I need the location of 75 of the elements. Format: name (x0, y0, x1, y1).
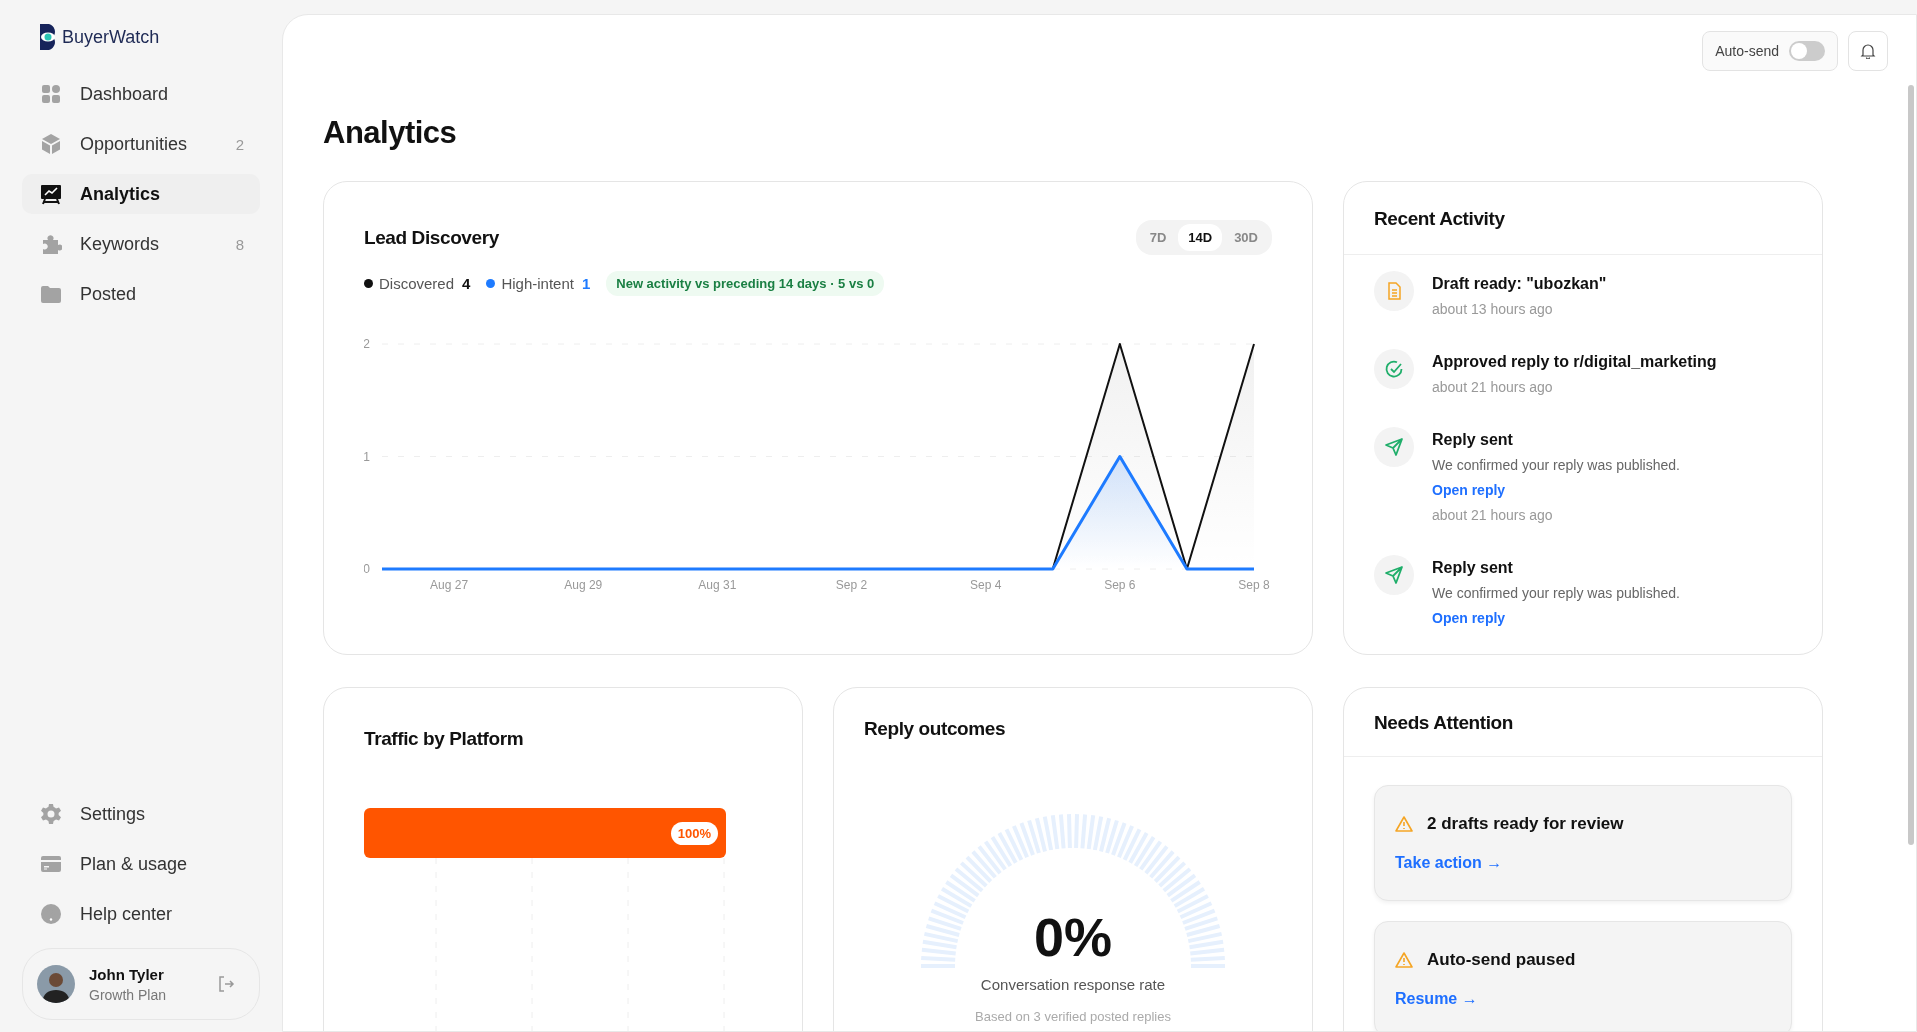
avatar (37, 965, 75, 1003)
timestamp: about 21 hours ago (1432, 379, 1554, 395)
card-title: Traffic by Platform (364, 728, 525, 750)
user-name: John Tyler (89, 965, 165, 983)
send-icon (1384, 565, 1404, 585)
card-title: Reply outcomes (864, 718, 1007, 740)
axis-label: Aug 29 (564, 578, 603, 592)
help-icon (40, 903, 62, 925)
credit-card-icon (40, 853, 62, 875)
legend-label: Discovered (379, 275, 455, 292)
activity-title: Reply sent (1432, 559, 1514, 577)
axis-label: Sep 4 (970, 578, 1002, 592)
percent-label: 100% (670, 821, 718, 845)
legend-label: High-intent (501, 275, 574, 292)
activity-title: Draft ready: "ubozkan" (1432, 275, 1607, 293)
notification-button[interactable] (1848, 31, 1888, 71)
activity-description: We confirmed your reply was published. (1432, 585, 1680, 601)
link[interactable]: Open reply (1432, 610, 1506, 626)
legend-count: 4 (462, 275, 471, 292)
activity-description: We confirmed your reply was published. (1432, 457, 1680, 473)
auto-send-toggle[interactable]: Auto-send (1702, 31, 1838, 71)
link[interactable]: Take action → (1395, 854, 1503, 871)
axis-label: 1 (364, 449, 370, 464)
comparison-badge: New activity vs preceding 14 days · 5 vs 0 (606, 271, 885, 296)
activity-title: Approved reply to r/digital_marketing (1432, 353, 1717, 371)
bell-icon (1860, 43, 1876, 59)
link[interactable]: Open reply (1432, 482, 1506, 498)
legend-count: 1 (581, 275, 591, 292)
nav-item[interactable]: Posted (22, 274, 260, 314)
presentation-chart-icon (40, 183, 62, 205)
check-circle-icon (1384, 359, 1404, 379)
warning-icon (1395, 816, 1413, 832)
axis-label: Aug 31 (698, 578, 737, 592)
axis-label: Aug 27 (430, 578, 469, 592)
card-title: Needs Attention (1374, 712, 1514, 734)
warning-icon (1395, 952, 1413, 968)
nav-item[interactable]: Opportunities 2 (22, 124, 260, 164)
alert-title: 2 drafts ready for review (1427, 814, 1624, 834)
settings-icon (40, 803, 62, 825)
nav-item[interactable]: Settings (22, 794, 260, 834)
nav-item[interactable]: Dashboard (22, 74, 260, 114)
nav-item[interactable]: Plan & usage (22, 844, 260, 884)
link[interactable]: Resume → (1395, 990, 1478, 1007)
axis-label: Sep 2 (835, 578, 868, 592)
timestamp: about 13 hours ago (1432, 301, 1554, 317)
axis-label: 0 (364, 562, 370, 576)
puzzle-icon (40, 233, 62, 255)
alert-title: Auto-send paused (1427, 950, 1576, 970)
user-card[interactable]: John Tyler Growth Plan (22, 948, 260, 1020)
activity-title: Reply sent (1432, 431, 1514, 449)
grid-icon (40, 83, 62, 105)
count-label: 8 (235, 235, 244, 253)
count-label: 2 (235, 135, 244, 153)
gauge-caption: Conversation response rate (979, 976, 1167, 993)
user-plan: Growth Plan (89, 986, 168, 1003)
gauge-note: Based on 3 verified posted replies (974, 1009, 1172, 1024)
axis-label: Sep 8 (1238, 578, 1270, 592)
axis-label: 2 (364, 337, 370, 351)
nav-item[interactable]: Analytics (22, 174, 260, 214)
cube-icon (40, 133, 62, 155)
axis-label: Sep 6 (1104, 578, 1136, 592)
brand-name: BuyerWatch (62, 26, 160, 48)
card-title: Lead Discovery (364, 226, 499, 249)
timestamp: about 21 hours ago (1432, 507, 1554, 523)
range-tab[interactable]: 14D (1178, 224, 1223, 251)
page-title: Analytics (323, 115, 458, 151)
nav-item[interactable]: Keywords 8 (22, 224, 260, 264)
nav-item[interactable]: Help center (22, 894, 260, 934)
logout-icon (217, 975, 235, 993)
scrollbar[interactable] (1908, 85, 1914, 845)
folder-icon (40, 283, 62, 305)
send-icon (1384, 437, 1404, 457)
card-title: Recent Activity (1374, 208, 1506, 230)
gauge-value: 0% (1032, 906, 1113, 968)
toggle-switch[interactable] (1789, 41, 1825, 61)
